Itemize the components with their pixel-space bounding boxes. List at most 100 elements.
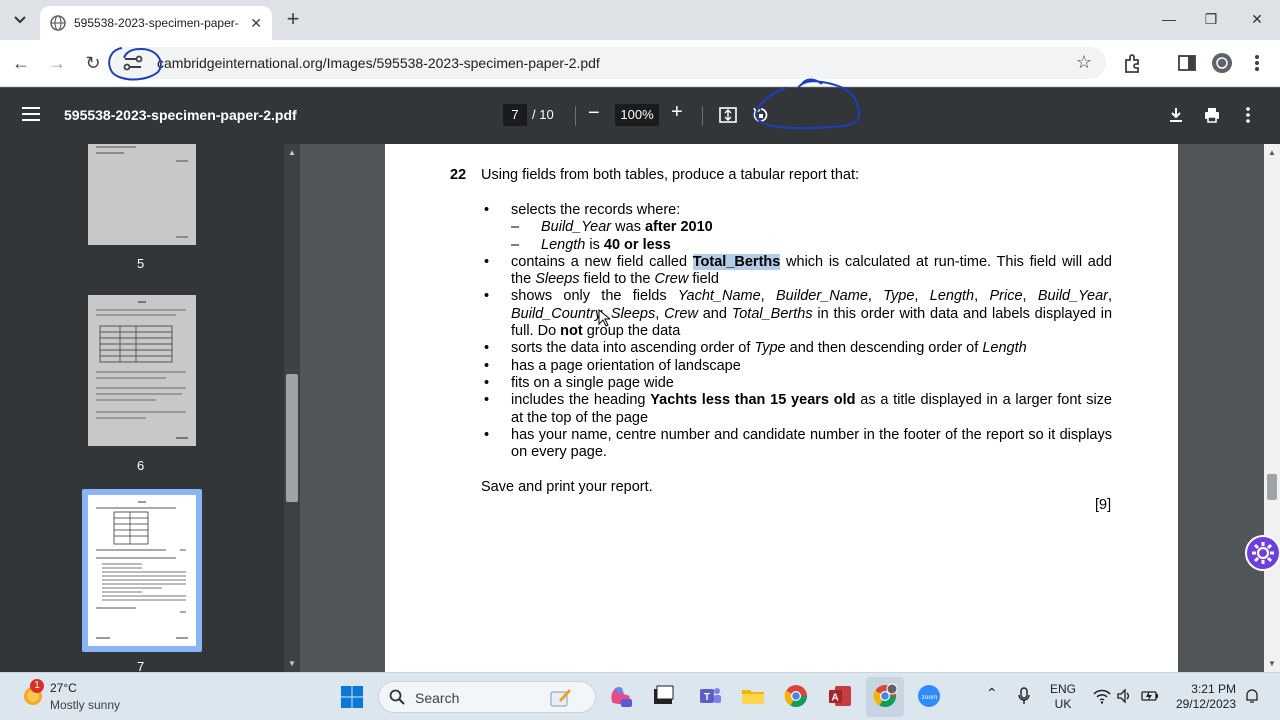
show-hidden-icons-icon[interactable]: ⌃ [986, 685, 998, 702]
search-icon [389, 689, 405, 705]
windows-start-icon[interactable] [340, 685, 364, 709]
teams-icon[interactable]: T [697, 683, 723, 709]
sub-list-item: Length is 40 or less [481, 237, 1112, 255]
list-item: has a page orientation of landscape [481, 358, 1112, 376]
zoom-app-icon[interactable]: zoom [916, 683, 942, 709]
thumbnail-sidebar: 5 6 7 [0, 144, 300, 672]
question-number: 22 [450, 167, 467, 183]
url-text: cambridgeinternational.org/Images/595538… [157, 55, 600, 71]
download-icon[interactable] [1167, 106, 1185, 124]
tab-strip: 595538-2023-specimen-paper- ✕ + — ❐ ✕ [0, 0, 1280, 40]
thumbnail-label: 7 [137, 659, 145, 672]
system-clock[interactable]: 3:21 PM 29/12/2023 [1172, 682, 1236, 712]
chrome-icon[interactable] [783, 683, 809, 709]
page-thumbnail-7[interactable] [88, 495, 196, 646]
address-bar[interactable]: cambridgeinternational.org/Images/595538… [112, 47, 1106, 79]
document-viewport: 22 Using fields from both tables, produc… [300, 144, 1264, 672]
taskbar-search[interactable]: Search [378, 681, 596, 713]
profile-avatar-icon[interactable] [1211, 52, 1233, 74]
wifi-icon[interactable] [1093, 688, 1111, 704]
rotate-icon[interactable] [752, 106, 770, 124]
question-text: Using fields from both tables, produce a… [481, 167, 860, 183]
file-explorer-icon[interactable] [740, 683, 766, 709]
selected-text-highlight: Total_Berths [692, 253, 781, 270]
tab-title: 595538-2023-specimen-paper- [74, 16, 239, 30]
page-total: / 10 [532, 107, 554, 122]
zoom-out-icon[interactable]: − [588, 102, 600, 125]
marks-label: [9] [1095, 497, 1112, 513]
notification-bell-icon[interactable] [1244, 688, 1260, 704]
document-scrollbar[interactable] [1264, 144, 1280, 672]
weather-badge: 1 [30, 679, 44, 693]
scroll-down-arrow-icon[interactable]: ▼ [288, 659, 296, 668]
toolbar-divider [702, 106, 703, 126]
browser-toolbar: ← → ↻ cambridgeinternational.org/Images/… [0, 40, 1280, 87]
thumbnail-content [96, 501, 188, 639]
thumbnail-label: 5 [137, 256, 145, 271]
gear-icon [1252, 542, 1274, 564]
browser-menu-icon[interactable] [1246, 52, 1268, 74]
thumbnail-label: 6 [137, 458, 145, 473]
close-tab-icon[interactable]: ✕ [250, 15, 262, 32]
scroll-up-arrow-icon[interactable]: ▲ [1268, 148, 1276, 157]
side-panel-icon[interactable] [1176, 52, 1198, 74]
volume-icon[interactable] [1116, 688, 1132, 704]
weather-description: Mostly sunny [50, 698, 121, 712]
list-item: fits on a single page wide [481, 375, 1112, 393]
microphone-icon[interactable] [1017, 687, 1031, 705]
search-label: Search [415, 690, 460, 706]
svg-text:T: T [704, 692, 710, 703]
language-indicator[interactable]: ENG UK [1050, 682, 1076, 712]
svg-text:A: A [832, 693, 839, 704]
task-view-icon[interactable] [650, 683, 676, 709]
fit-to-page-icon[interactable] [719, 107, 737, 123]
zoom-level-input[interactable]: 100% [615, 104, 659, 126]
svg-text:zoom: zoom [922, 694, 938, 701]
zoom-in-icon[interactable]: + [671, 101, 683, 124]
list-item: sorts the data into ascending order of T… [481, 340, 1112, 358]
search-highlight-icon [550, 689, 571, 707]
accessibility-settings-button[interactable] [1245, 535, 1280, 571]
extensions-icon[interactable] [1122, 52, 1144, 74]
forward-icon[interactable]: → [46, 52, 68, 74]
page-number-input[interactable]: 7 [503, 104, 527, 126]
scroll-down-arrow-icon[interactable]: ▼ [1268, 659, 1276, 668]
list-item: contains a new field called Total_Berths… [481, 253, 1112, 289]
restore-icon[interactable]: ❐ [1200, 8, 1222, 30]
close-window-icon[interactable]: ✕ [1246, 8, 1268, 30]
pdf-toolbar: 595538-2023-specimen-paper-2.pdf 7 / 10 … [0, 88, 1280, 144]
battery-icon[interactable] [1140, 688, 1160, 704]
windows-taskbar: 1 27°C Mostly sunny Search T A zoom ⌃ EN… [0, 672, 1280, 720]
globe-icon [50, 15, 66, 31]
list-item: has your name, centre number and candida… [481, 427, 1112, 462]
document-scroll-thumb[interactable] [1267, 474, 1277, 500]
chrome-profile-icon[interactable] [872, 683, 898, 709]
reload-icon[interactable]: ↻ [82, 52, 104, 74]
site-info-icon[interactable] [122, 53, 144, 73]
browser-tab[interactable]: 595538-2023-specimen-paper- ✕ [40, 6, 272, 40]
thumbnail-content [96, 301, 188, 439]
scroll-up-arrow-icon[interactable]: ▲ [288, 148, 296, 157]
list-item: selects the records where: [481, 202, 1112, 220]
copilot-icon[interactable] [607, 683, 633, 709]
print-icon[interactable] [1203, 106, 1221, 124]
access-icon[interactable]: A [827, 683, 853, 709]
bookmark-star-icon[interactable]: ☆ [1076, 52, 1092, 73]
page-thumbnail-6[interactable] [88, 295, 196, 446]
pdf-more-options-icon[interactable] [1239, 106, 1257, 124]
requirements-list: selects the records where: Build_Year wa… [481, 202, 1112, 461]
sub-list-item: Build_Year was after 2010 [481, 219, 1112, 237]
thumbnail-content [96, 146, 188, 238]
minimize-icon[interactable]: — [1158, 8, 1180, 30]
pdf-title: 595538-2023-specimen-paper-2.pdf [64, 107, 297, 123]
weather-temperature: 27°C [50, 681, 77, 695]
tab-search-chevron-icon[interactable] [8, 8, 32, 32]
new-tab-icon[interactable]: + [282, 8, 304, 30]
sidebar-scroll-thumb[interactable] [286, 374, 298, 502]
page-thumbnail-5[interactable] [88, 144, 196, 245]
list-item: shows only the fields Yacht_Name, Builde… [481, 288, 1112, 340]
toolbar-divider [575, 106, 576, 126]
pdf-page: 22 Using fields from both tables, produc… [385, 144, 1178, 672]
sidebar-toggle-icon[interactable] [22, 107, 40, 121]
back-icon[interactable]: ← [10, 52, 32, 74]
